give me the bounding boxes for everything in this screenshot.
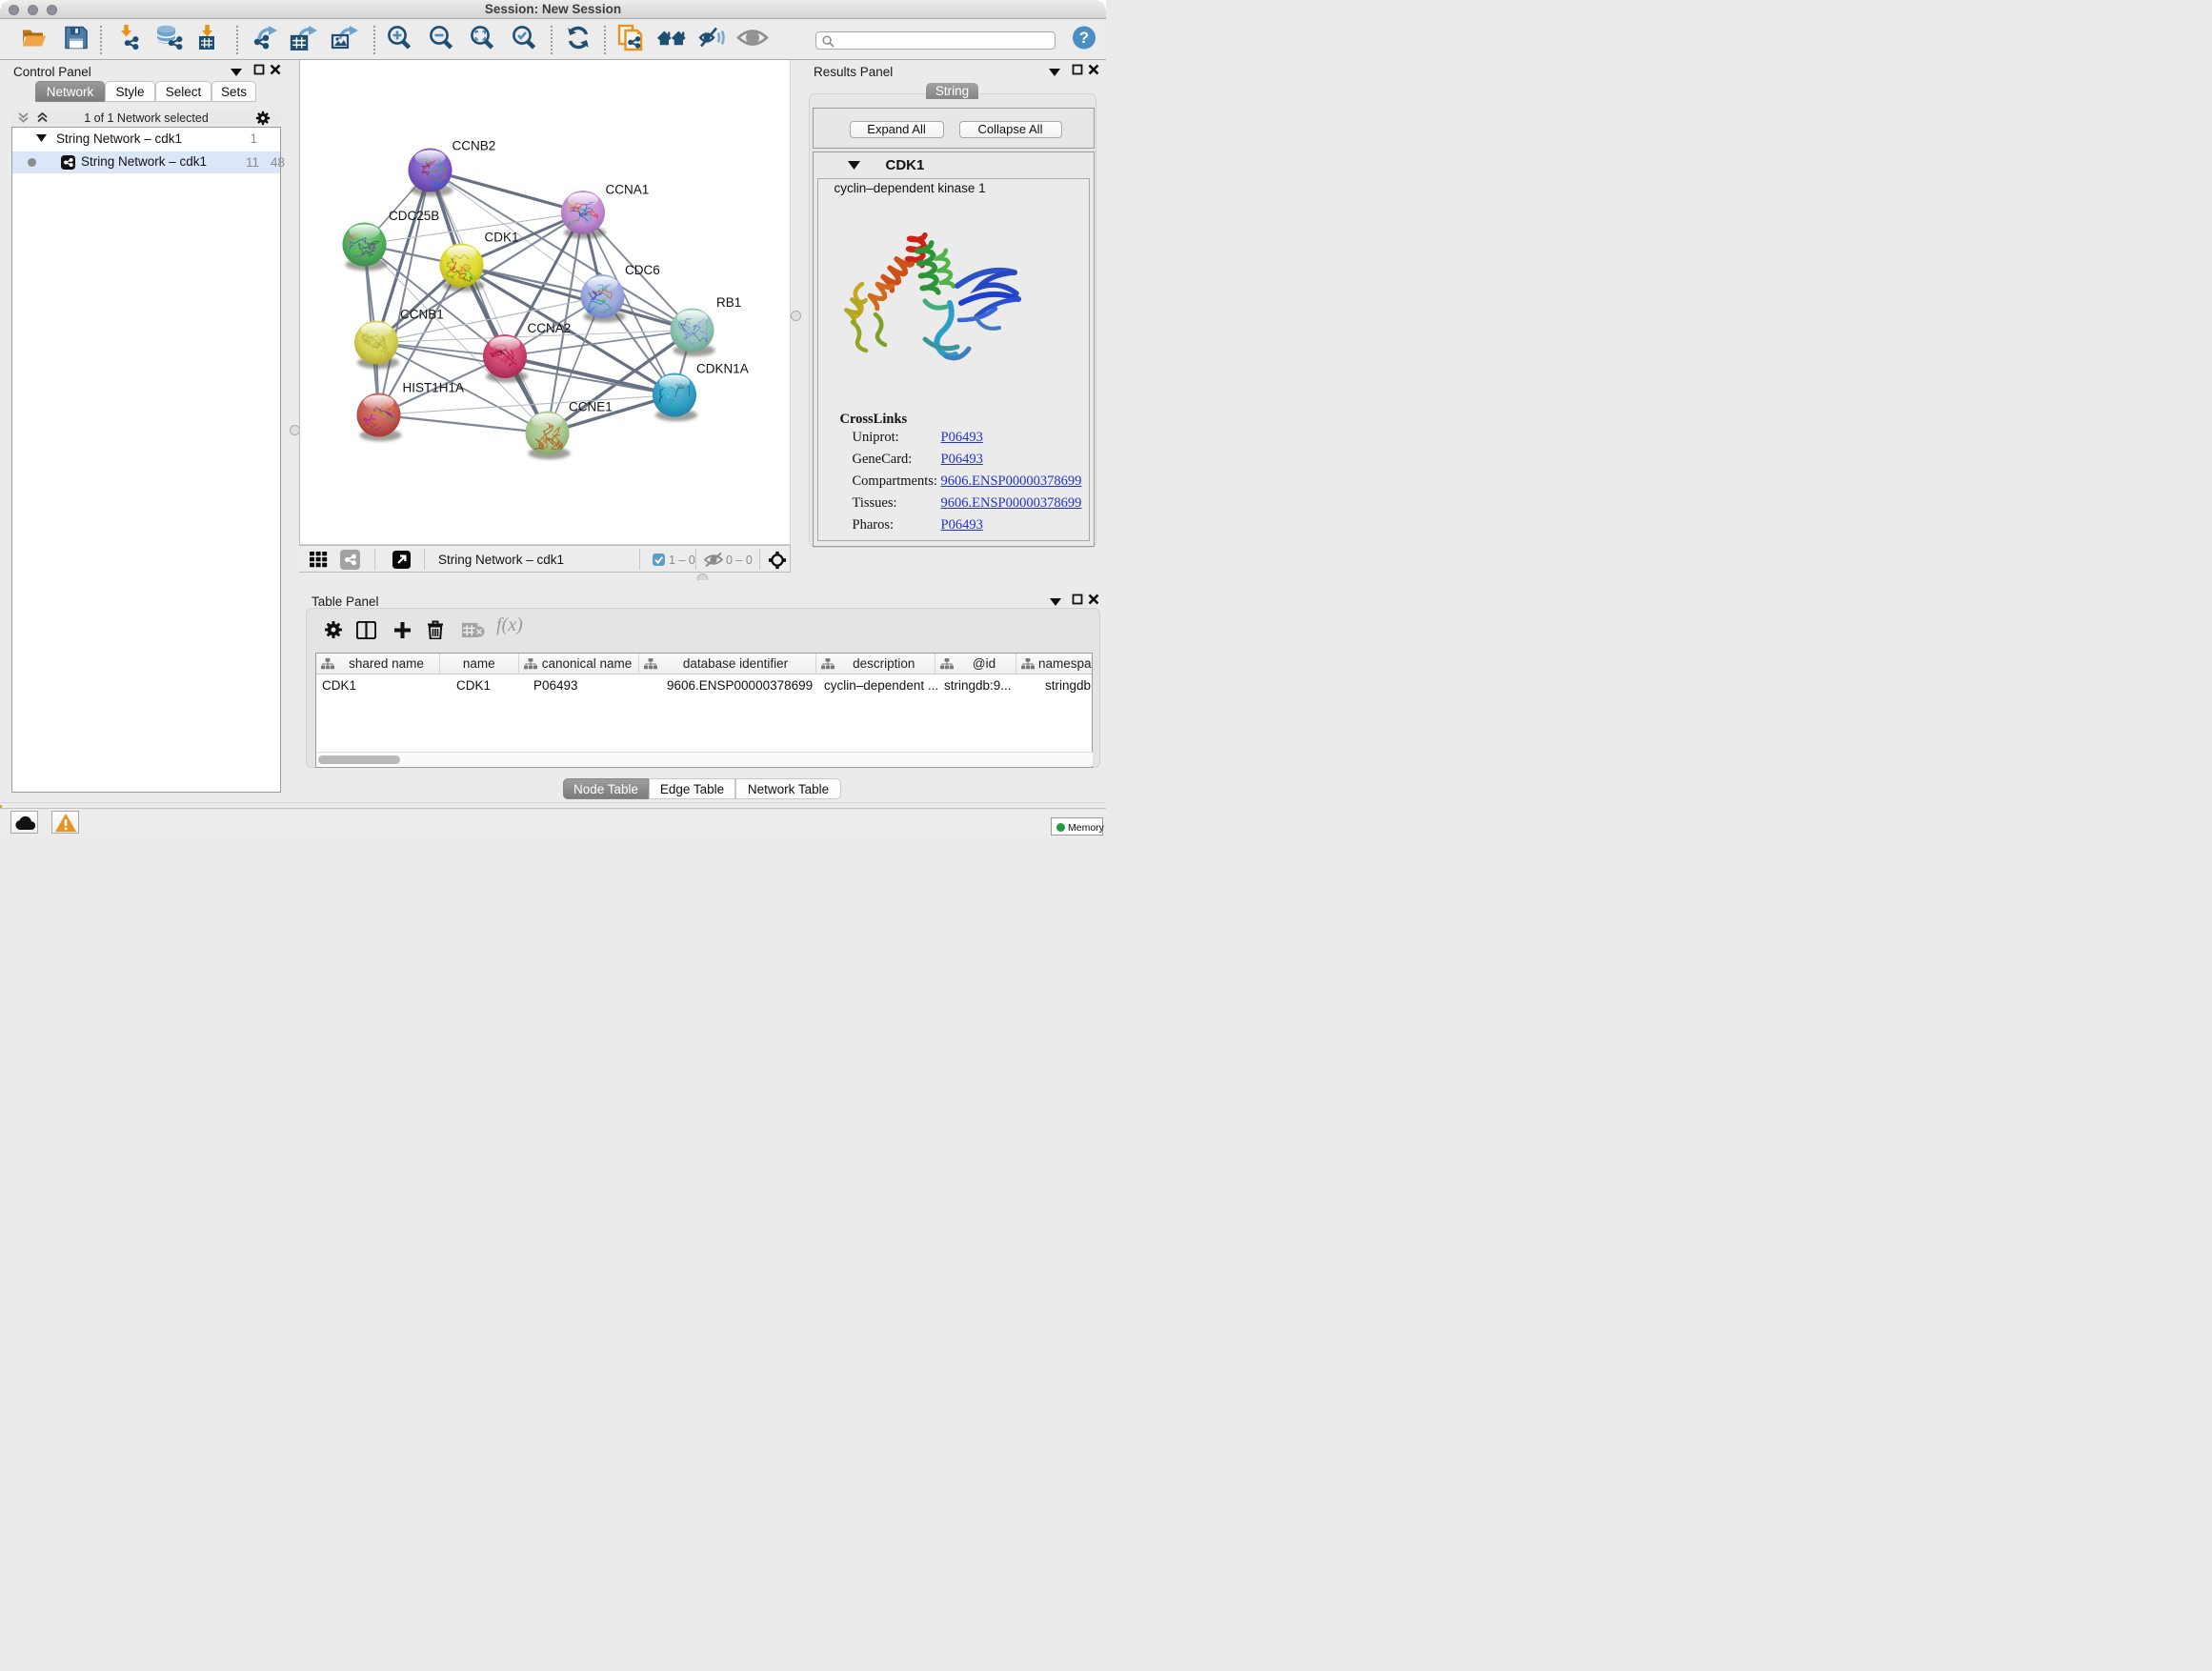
svg-text:CCNB1: CCNB1 [400,308,444,322]
svg-text:CCNE1: CCNE1 [569,400,613,414]
svg-text:CCNA2: CCNA2 [528,321,572,335]
svg-text:CCNB2: CCNB2 [452,139,496,153]
svg-text:CCNA1: CCNA1 [606,183,650,197]
svg-text:CDK1: CDK1 [485,231,519,245]
svg-text:CDC6: CDC6 [625,263,660,277]
svg-text:RB1: RB1 [716,295,741,310]
svg-text:CDC25B: CDC25B [389,209,439,223]
svg-text:HIST1H1A: HIST1H1A [403,381,465,395]
svg-text:?: ? [1079,29,1089,47]
svg-text:CDKN1A: CDKN1A [696,362,749,376]
